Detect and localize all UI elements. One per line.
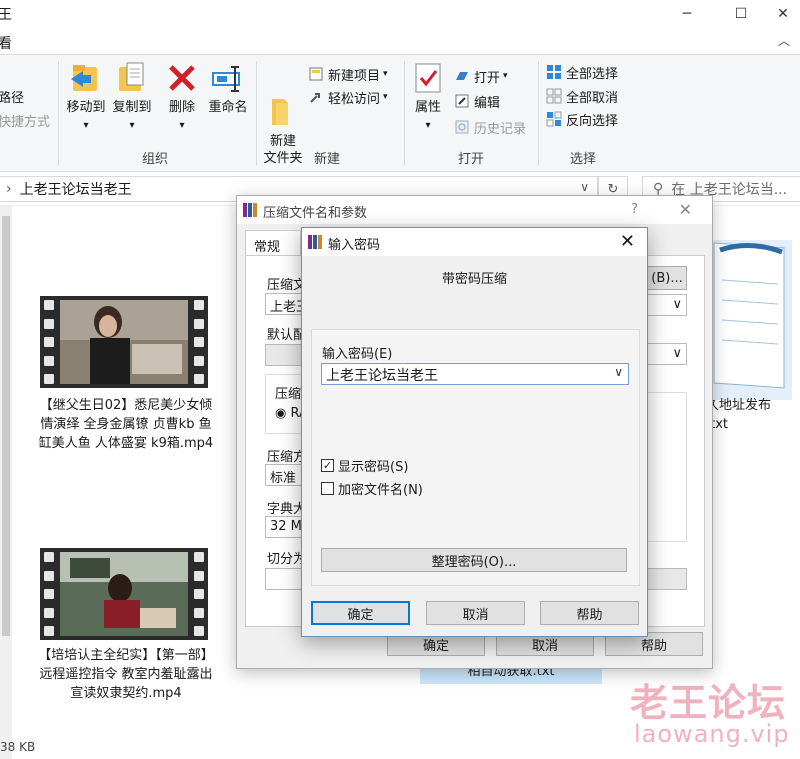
breadcrumb: 上老王论坛当老王 bbox=[19, 182, 132, 198]
copy-path-button[interactable]: 路径 bbox=[0, 85, 24, 107]
new-item-icon bbox=[308, 66, 324, 82]
ribbon-collapse-icon[interactable]: ︿ bbox=[778, 32, 790, 49]
file-name[interactable]: 久地址发布 .txt bbox=[706, 396, 771, 434]
archive-name-field[interactable]: 上老王 bbox=[265, 293, 305, 315]
ribbon: 路径 快捷方式 移动到 ▾ 复制到 ▾ 删除 ▾ 重命名 组织 新建 文件夹 新… bbox=[0, 54, 800, 172]
watermark-logo: 老王论坛 bbox=[630, 681, 787, 725]
dict-label: 字典大 bbox=[267, 502, 303, 517]
split-label: 切分为 bbox=[267, 552, 303, 567]
password-dialog-title: 输入密码 bbox=[328, 238, 381, 253]
invert-selection-icon bbox=[546, 111, 562, 127]
update-mode-dropdown[interactable]: ∨ bbox=[647, 343, 687, 365]
group-new: 新建 bbox=[314, 152, 341, 167]
help-icon[interactable]: ? bbox=[631, 202, 638, 217]
options-group bbox=[647, 392, 687, 542]
dict-dropdown[interactable]: 32 MB bbox=[265, 516, 305, 538]
password-label: 输入密码(E) bbox=[322, 347, 393, 362]
maximize-button[interactable]: ☐ bbox=[718, 0, 764, 28]
text-file-icon[interactable] bbox=[700, 220, 796, 410]
video-thumbnail[interactable] bbox=[40, 296, 208, 388]
breadcrumb-chevron-icon: › bbox=[6, 181, 12, 197]
select-all-icon bbox=[546, 64, 562, 80]
invert-selection-button[interactable]: 反向选择 bbox=[546, 108, 618, 130]
edit-button[interactable]: 编辑 bbox=[454, 90, 500, 112]
easy-access-button[interactable]: 轻松访问 ▾ bbox=[308, 86, 388, 108]
properties-check-icon bbox=[411, 61, 445, 95]
parameters-button[interactable] bbox=[647, 568, 687, 590]
history-button[interactable]: 历史记录 bbox=[454, 116, 526, 138]
select-none-button[interactable]: 全部取消 bbox=[546, 85, 618, 107]
group-organize: 组织 bbox=[142, 152, 169, 167]
method-label: 压缩方 bbox=[267, 450, 303, 465]
paste-shortcut-button[interactable]: 快捷方式 bbox=[0, 109, 50, 131]
menu-view[interactable]: 看 bbox=[0, 33, 12, 53]
archive-name-label: 压缩文 bbox=[267, 278, 303, 293]
video-frame bbox=[60, 552, 188, 636]
folder-move-icon bbox=[69, 61, 103, 95]
rename-icon bbox=[211, 61, 245, 95]
rename-button[interactable]: 重命名 bbox=[206, 61, 250, 116]
close-window-button[interactable]: ✕ bbox=[760, 0, 800, 28]
password-dialog: 输入密码 ✕ 带密码压缩 输入密码(E) 上老王论坛当老王 ∨ ✓ 显示密码(S… bbox=[301, 227, 648, 637]
encrypt-filenames-checkbox[interactable]: 加密文件名(N) bbox=[321, 479, 423, 498]
checkbox-checked-icon: ✓ bbox=[321, 459, 334, 472]
password-input[interactable]: 上老王论坛当老王 ∨ bbox=[321, 363, 629, 385]
show-password-checkbox[interactable]: ✓ 显示密码(S) bbox=[321, 456, 408, 475]
folder-copy-icon bbox=[115, 61, 149, 95]
cancel-button[interactable]: 取消 bbox=[426, 601, 525, 625]
split-field[interactable] bbox=[265, 568, 305, 590]
group-open: 打开 bbox=[458, 152, 485, 167]
chevron-down-icon[interactable]: ∨ bbox=[614, 365, 623, 379]
copy-to-button[interactable]: 复制到 ▾ bbox=[110, 61, 154, 134]
group-select: 选择 bbox=[570, 152, 597, 167]
move-to-button[interactable]: 移动到 ▾ bbox=[64, 61, 108, 134]
open-button[interactable]: 打开 ▾ bbox=[454, 65, 508, 87]
menu-bar: 看 ︿ bbox=[0, 28, 800, 54]
archive-name-dropdown[interactable]: ∨ bbox=[647, 294, 687, 316]
edit-pencil-icon bbox=[454, 93, 470, 109]
history-icon bbox=[454, 119, 470, 135]
vertical-scrollbar[interactable] bbox=[0, 206, 12, 759]
checkbox-empty-icon bbox=[321, 482, 334, 495]
tab-general[interactable]: 常规 bbox=[245, 230, 301, 256]
winrar-icon bbox=[242, 202, 258, 218]
browse-button[interactable]: (B)... bbox=[647, 266, 687, 290]
close-icon[interactable]: ✕ bbox=[620, 231, 635, 252]
select-all-button[interactable]: 全部选择 bbox=[546, 61, 618, 83]
default-profile-label: 默认配 bbox=[267, 328, 303, 343]
easy-access-icon bbox=[308, 89, 324, 105]
status-size: 38 KB bbox=[0, 740, 36, 754]
delete-x-icon bbox=[165, 61, 199, 95]
file-name[interactable]: 【继父生日02】悉尼美少女倾情演绎 全身金属镣 贞曹kb 鱼缸美人鱼 人体盛宴 … bbox=[38, 396, 214, 453]
ok-button[interactable]: 确定 bbox=[311, 601, 410, 625]
delete-button[interactable]: 删除 ▾ bbox=[164, 61, 200, 134]
explorer-titlebar: 王 ─ ☐ ✕ bbox=[0, 0, 800, 28]
open-icon bbox=[454, 68, 470, 84]
organize-passwords-button[interactable]: 整理密码(O)... bbox=[321, 548, 627, 572]
archive-dialog-titlebar: 压缩文件名和参数 ? ✕ bbox=[237, 196, 712, 224]
watermark-url: laowang.vip bbox=[634, 720, 790, 748]
new-folder-button[interactable]: 新建 文件夹 bbox=[260, 61, 306, 167]
profiles-button[interactable] bbox=[265, 344, 305, 366]
video-thumbnail[interactable] bbox=[40, 548, 208, 640]
video-frame bbox=[60, 300, 188, 384]
new-folder-icon bbox=[266, 78, 300, 125]
select-none-icon bbox=[546, 88, 562, 104]
help-button[interactable]: 帮助 bbox=[540, 601, 639, 625]
close-icon[interactable]: ✕ bbox=[679, 200, 692, 219]
window-title: 王 bbox=[0, 7, 12, 23]
password-subtitle: 带密码压缩 bbox=[441, 272, 507, 287]
password-dialog-titlebar: 输入密码 ✕ bbox=[302, 228, 647, 256]
method-dropdown[interactable]: 标准 bbox=[265, 464, 305, 486]
minimize-button[interactable]: ─ bbox=[664, 0, 710, 28]
properties-button[interactable]: 属性 ▾ bbox=[410, 61, 446, 134]
new-item-button[interactable]: 新建项目 ▾ bbox=[308, 63, 388, 85]
winrar-icon bbox=[307, 234, 323, 250]
address-dropdown-icon[interactable]: ∨ bbox=[580, 180, 589, 194]
file-name[interactable]: 【培培认主全纪实】【第一部】远程遥控指令 教室内羞耻露出 宣读奴隶契约.mp4 bbox=[38, 646, 214, 703]
